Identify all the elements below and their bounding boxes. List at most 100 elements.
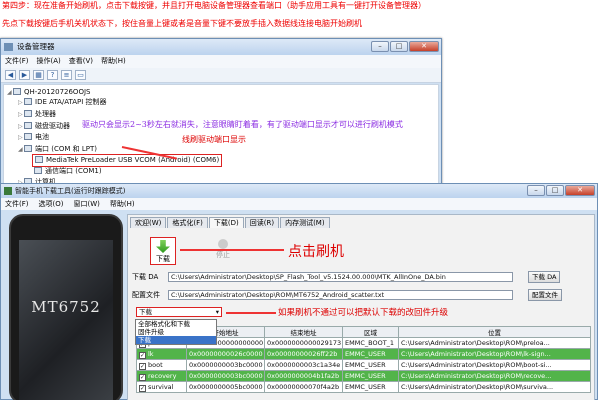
maximize-button[interactable]: □ [390, 41, 408, 52]
mode-option[interactable]: 全部格式化和下载 [136, 320, 216, 328]
cell-end: 0x0000000000029173 [264, 337, 343, 349]
battery-icon [24, 133, 32, 140]
tree-item-com1[interactable]: 通信端口 (COM1) [34, 166, 102, 177]
ft-menu-options[interactable]: 选项(O) [39, 198, 64, 210]
properties-icon[interactable]: ≡ [61, 70, 72, 80]
cell-region: EMMC_USER [342, 381, 399, 393]
download-button[interactable]: 下载 [150, 237, 176, 265]
download-arrow-icon [156, 240, 170, 253]
partition-name: lk [148, 349, 154, 358]
cell-region: EMMC_USER [342, 359, 399, 371]
table-row[interactable]: ✓ lk 0x00000000026c0000 0x00000000026ff22b E… [136, 348, 591, 360]
row-checkbox[interactable]: ✓ [139, 362, 146, 370]
row-checkbox[interactable]: ✓ [139, 351, 146, 359]
click-note: 点击刷机 [288, 244, 344, 260]
da-button[interactable]: 下载 DA [528, 271, 561, 283]
menu-help[interactable]: 帮助(H) [101, 55, 126, 68]
table-row[interactable]: ✓ survival 0x0000000005bc0000 0x00000000070… [136, 381, 591, 393]
scatter-path-field[interactable]: C:\Users\Administrator\Desktop\ROM\MT675… [168, 290, 513, 300]
partition-name: recovery [148, 371, 177, 380]
disk-icon [24, 122, 32, 129]
grid-icon[interactable]: ▦ [33, 70, 44, 80]
port-icon [34, 167, 42, 174]
device-manager-titlebar: 设备管理器 – □ ✕ [1, 39, 441, 55]
mode-option[interactable]: 固件升级 [136, 328, 216, 336]
row-checkbox[interactable]: ✓ [139, 373, 146, 381]
screenshot-root: { "instructions": { "line1": "第四步：现在准备开始… [0, 0, 598, 400]
driver-note: 驱动只会显示2~3秒左右就消失，注意眼睛盯着看，有了驱动端口显示才可以进行刷机模… [82, 120, 403, 129]
tab-readback[interactable]: 回读(R) [244, 217, 280, 228]
computer-icon [13, 88, 21, 95]
cell-start: 0x0000000003bc0000 [186, 370, 265, 382]
menu-action[interactable]: 操作(A) [37, 55, 61, 68]
processor-icon [24, 110, 32, 117]
table-row[interactable]: ✓ recovery 0x0000000003bc0000 0x0000000004b… [136, 370, 591, 382]
cell-loc: C:\Users\Administrator\Desktop\ROM\survi… [398, 381, 591, 393]
flash-tool-panel: 欢迎(W) 格式化(F) 下载(D) 回读(R) 内存测试(M) 下载 停止 点… [127, 214, 595, 400]
ft-menu-help[interactable]: 帮助(H) [110, 198, 135, 210]
close-button[interactable]: ✕ [409, 41, 439, 52]
cell-name: ✓ lk [136, 348, 187, 360]
partition-name: survival [148, 382, 174, 391]
ft-maximize-button[interactable]: □ [546, 185, 564, 196]
row-checkbox[interactable]: ✓ [139, 384, 146, 392]
mode-arrow [226, 312, 276, 314]
device-manager-window: 设备管理器 – □ ✕ 文件(F) 操作(A) 查看(V) 帮助(H) ◀ ▶ … [0, 38, 442, 190]
device-manager-toolbar: ◀ ▶ ▦ ? ≡ ▭ [1, 68, 441, 83]
cell-loc: C:\Users\Administrator\Desktop\ROM\lk-si… [398, 348, 591, 360]
cell-region: EMMC_USER [342, 370, 399, 382]
back-icon[interactable]: ◀ [5, 70, 16, 80]
menu-file[interactable]: 文件(F) [5, 55, 29, 68]
phone-image: MT6752 [9, 214, 123, 400]
flash-tool-titlebar: 智能手机下载工具(运行时跟踪模式) – □ ✕ [1, 184, 597, 198]
cell-start: 0x0000000003bc0000 [186, 359, 265, 371]
mode-select[interactable]: 下载 ▾ [136, 307, 222, 317]
download-button-label: 下载 [156, 255, 170, 263]
mode-note: 如果刷机不通过可以把默认下载的改回件升级 [278, 308, 449, 318]
cell-start: 0x0000000005bc0000 [186, 381, 265, 393]
tree-item-mediatek-port[interactable]: MediaTek PreLoader USB VCOM (Android) (C… [32, 154, 223, 167]
instruction-line-2: 先点下载按键后手机关机状态下，按住音量上键或者是音量下键不要放手插入数据线连接电… [2, 19, 362, 28]
flash-tool-title: 智能手机下载工具(运行时跟踪模式) [15, 187, 126, 195]
tree-item-battery[interactable]: ▷ 电池 [18, 132, 49, 144]
port-note: 线刷驱动端口显示 [182, 135, 246, 144]
menu-view[interactable]: 查看(V) [69, 55, 93, 68]
scatter-button[interactable]: 配置文件 [528, 289, 562, 301]
partition-name: boot [148, 360, 163, 369]
minimize-button[interactable]: – [371, 41, 389, 52]
monitor-icon[interactable]: ▭ [75, 70, 86, 80]
phone-chip-label: MT6752 [31, 298, 101, 316]
flash-tool-icon [4, 187, 12, 195]
cell-loc: C:\Users\Administrator\Desktop\ROM\recov… [398, 370, 591, 382]
tree-item-ide[interactable]: ▷ IDE ATA/ATAPI 控制器 [18, 97, 107, 109]
mode-dropdown-list: 全部格式化和下载 固件升级 下载 [135, 319, 217, 345]
ft-close-button[interactable]: ✕ [565, 185, 595, 196]
mode-option-selected[interactable]: 下载 [136, 336, 216, 344]
tab-welcome[interactable]: 欢迎(W) [130, 217, 167, 228]
tree-item-disk[interactable]: ▷ 磁盘驱动器 [18, 121, 70, 133]
mode-select-value: 下载 [139, 308, 152, 316]
ft-minimize-button[interactable]: – [527, 185, 545, 196]
stop-button-label: 停止 [216, 251, 230, 259]
stop-icon [218, 239, 228, 249]
flash-tool-menubar: 文件(F) 选项(O) 窗口(W) 帮助(H) [1, 198, 597, 210]
header-region: 区域 [342, 326, 399, 338]
tab-download[interactable]: 下载(D) [208, 217, 244, 228]
ft-menu-file[interactable]: 文件(F) [5, 198, 29, 210]
da-path-field[interactable]: C:\Users\Administrator\Desktop\SP_Flash_… [168, 272, 513, 282]
tree-item-processor[interactable]: ▷ 处理器 [18, 109, 56, 121]
port-icon [24, 145, 32, 152]
device-manager-menubar: 文件(F) 操作(A) 查看(V) 帮助(H) [1, 55, 441, 68]
forward-icon[interactable]: ▶ [19, 70, 30, 80]
header-location: 位置 [398, 326, 591, 338]
tab-format[interactable]: 格式化(F) [167, 217, 208, 228]
stop-button[interactable]: 停止 [210, 237, 236, 265]
table-row[interactable]: ✓ boot 0x0000000003bc0000 0x0000000003c1a34… [136, 359, 591, 371]
cell-end: 0x0000000003c1a34e [264, 359, 343, 371]
cell-region: EMMC_USER [342, 348, 399, 360]
ft-menu-window[interactable]: 窗口(W) [73, 198, 99, 210]
help-icon[interactable]: ? [47, 70, 58, 80]
cell-loc: C:\Users\Administrator\Desktop\ROM\prelo… [398, 337, 591, 349]
device-manager-icon [4, 43, 13, 51]
tab-memory-test[interactable]: 内存测试(M) [280, 217, 330, 228]
